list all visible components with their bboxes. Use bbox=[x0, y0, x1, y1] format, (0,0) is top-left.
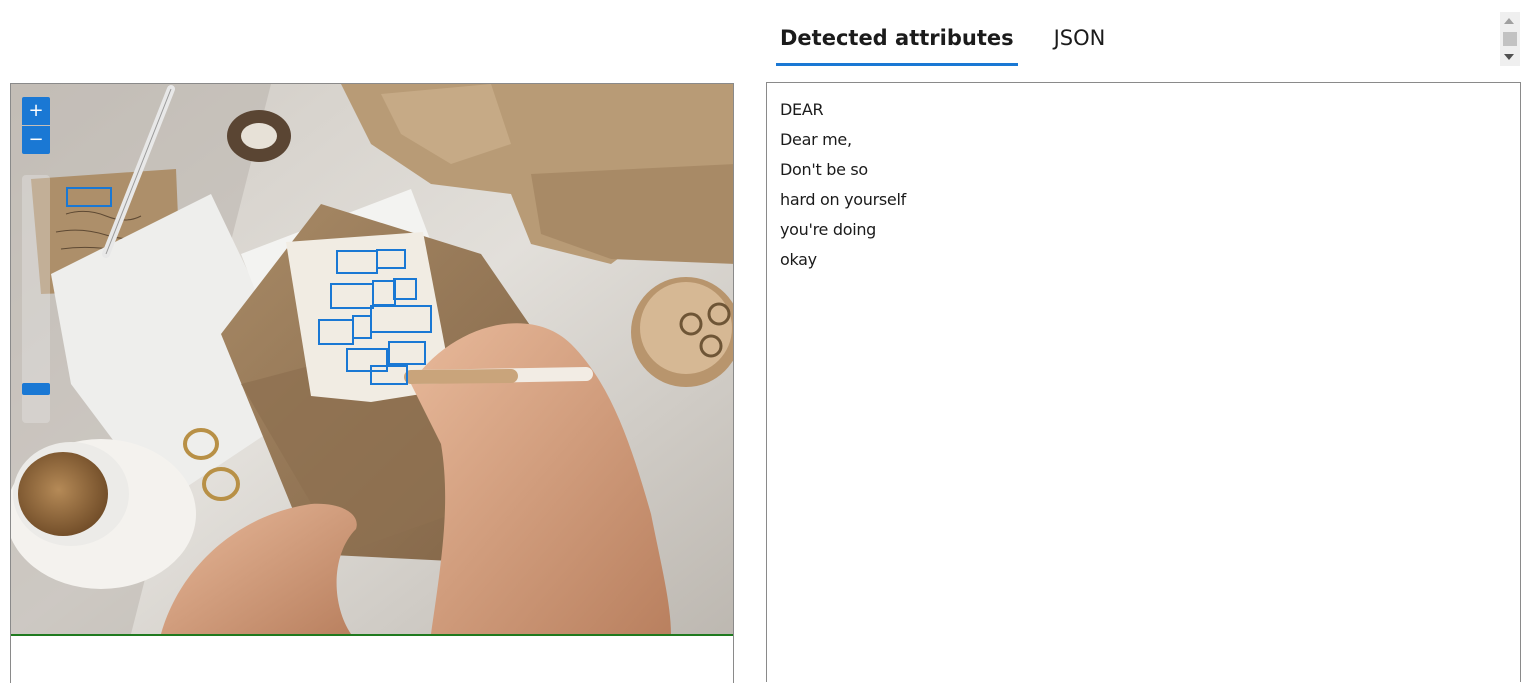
zoom-slider[interactable] bbox=[22, 175, 50, 423]
detected-text-panel: DEAR Dear me, Don't be so hard on yourse… bbox=[766, 82, 1521, 682]
result-line: hard on yourself bbox=[780, 190, 906, 209]
zoom-slider-thumb[interactable] bbox=[22, 382, 50, 395]
tab-detected-attributes[interactable]: Detected attributes bbox=[776, 20, 1018, 66]
zoom-in-button[interactable]: + bbox=[22, 97, 50, 125]
image-viewer[interactable]: + − bbox=[10, 83, 734, 683]
result-tabs: Detected attributes JSON bbox=[776, 20, 1109, 66]
result-line: Don't be so bbox=[780, 160, 868, 179]
scroll-down-icon[interactable] bbox=[1504, 54, 1514, 60]
analyzed-photo[interactable] bbox=[11, 84, 733, 634]
photo-illustration bbox=[11, 84, 733, 634]
scroll-up-icon[interactable] bbox=[1504, 18, 1514, 24]
zoom-out-button[interactable]: − bbox=[22, 126, 50, 154]
tab-scrollbar[interactable] bbox=[1500, 12, 1520, 66]
scrollbar-thumb[interactable] bbox=[1503, 32, 1517, 46]
result-line: you're doing bbox=[780, 220, 877, 239]
result-line: Dear me, bbox=[780, 130, 852, 149]
tab-json[interactable]: JSON bbox=[1050, 20, 1110, 60]
image-bottom-border bbox=[11, 634, 733, 636]
result-line: okay bbox=[780, 250, 817, 269]
result-line: DEAR bbox=[780, 100, 824, 119]
